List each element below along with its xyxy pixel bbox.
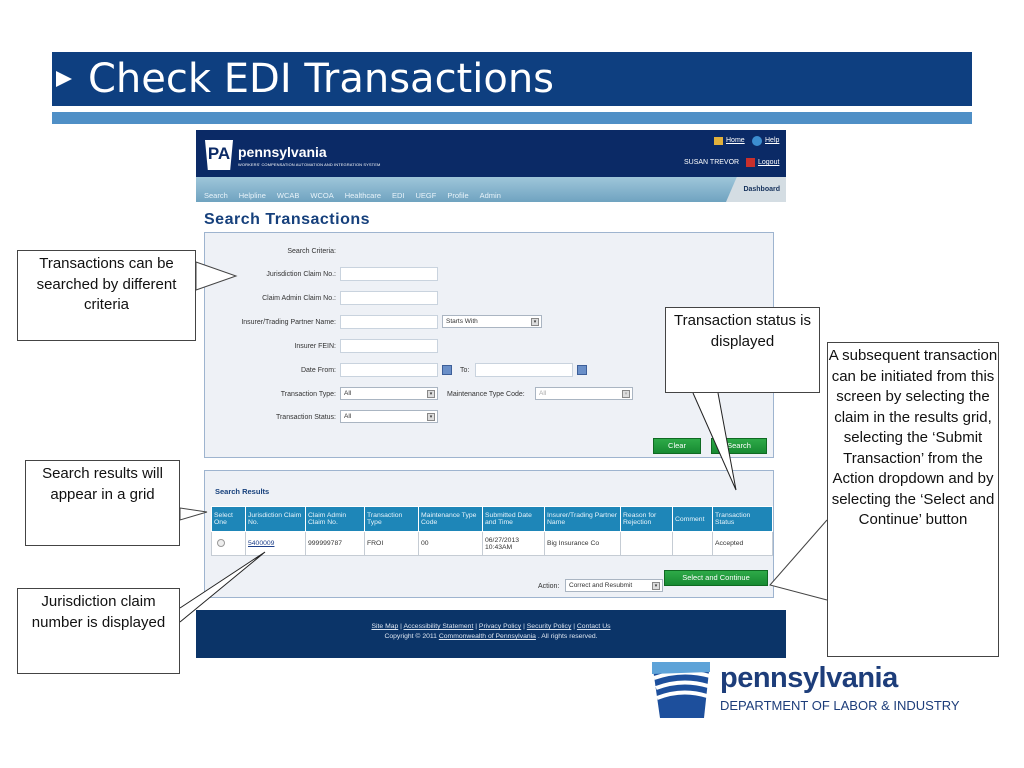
pointer-grid (179, 507, 208, 521)
logo-name: pennsylvania (720, 662, 898, 694)
logo-dept: DEPARTMENT OF LABOR & INDUSTRY (720, 698, 960, 713)
pointer-subsequent (769, 519, 828, 601)
callout-claim: Jurisdiction claim number is displayed (17, 588, 180, 674)
callout-criteria: Transactions can be searched by differen… (17, 250, 196, 341)
keystone-icon (652, 662, 711, 718)
pa-labor-industry-logo: pennsylvania DEPARTMENT OF LABOR & INDUS… (648, 660, 968, 720)
callout-subsequent: A subsequent transaction can be initiate… (827, 342, 999, 657)
pointer-criteria (195, 261, 238, 291)
pointer-status (692, 392, 737, 491)
pointer-claim (179, 551, 266, 623)
callout-grid: Search results will appear in a grid (25, 460, 180, 546)
callout-status: Transaction status is displayed (665, 307, 820, 393)
